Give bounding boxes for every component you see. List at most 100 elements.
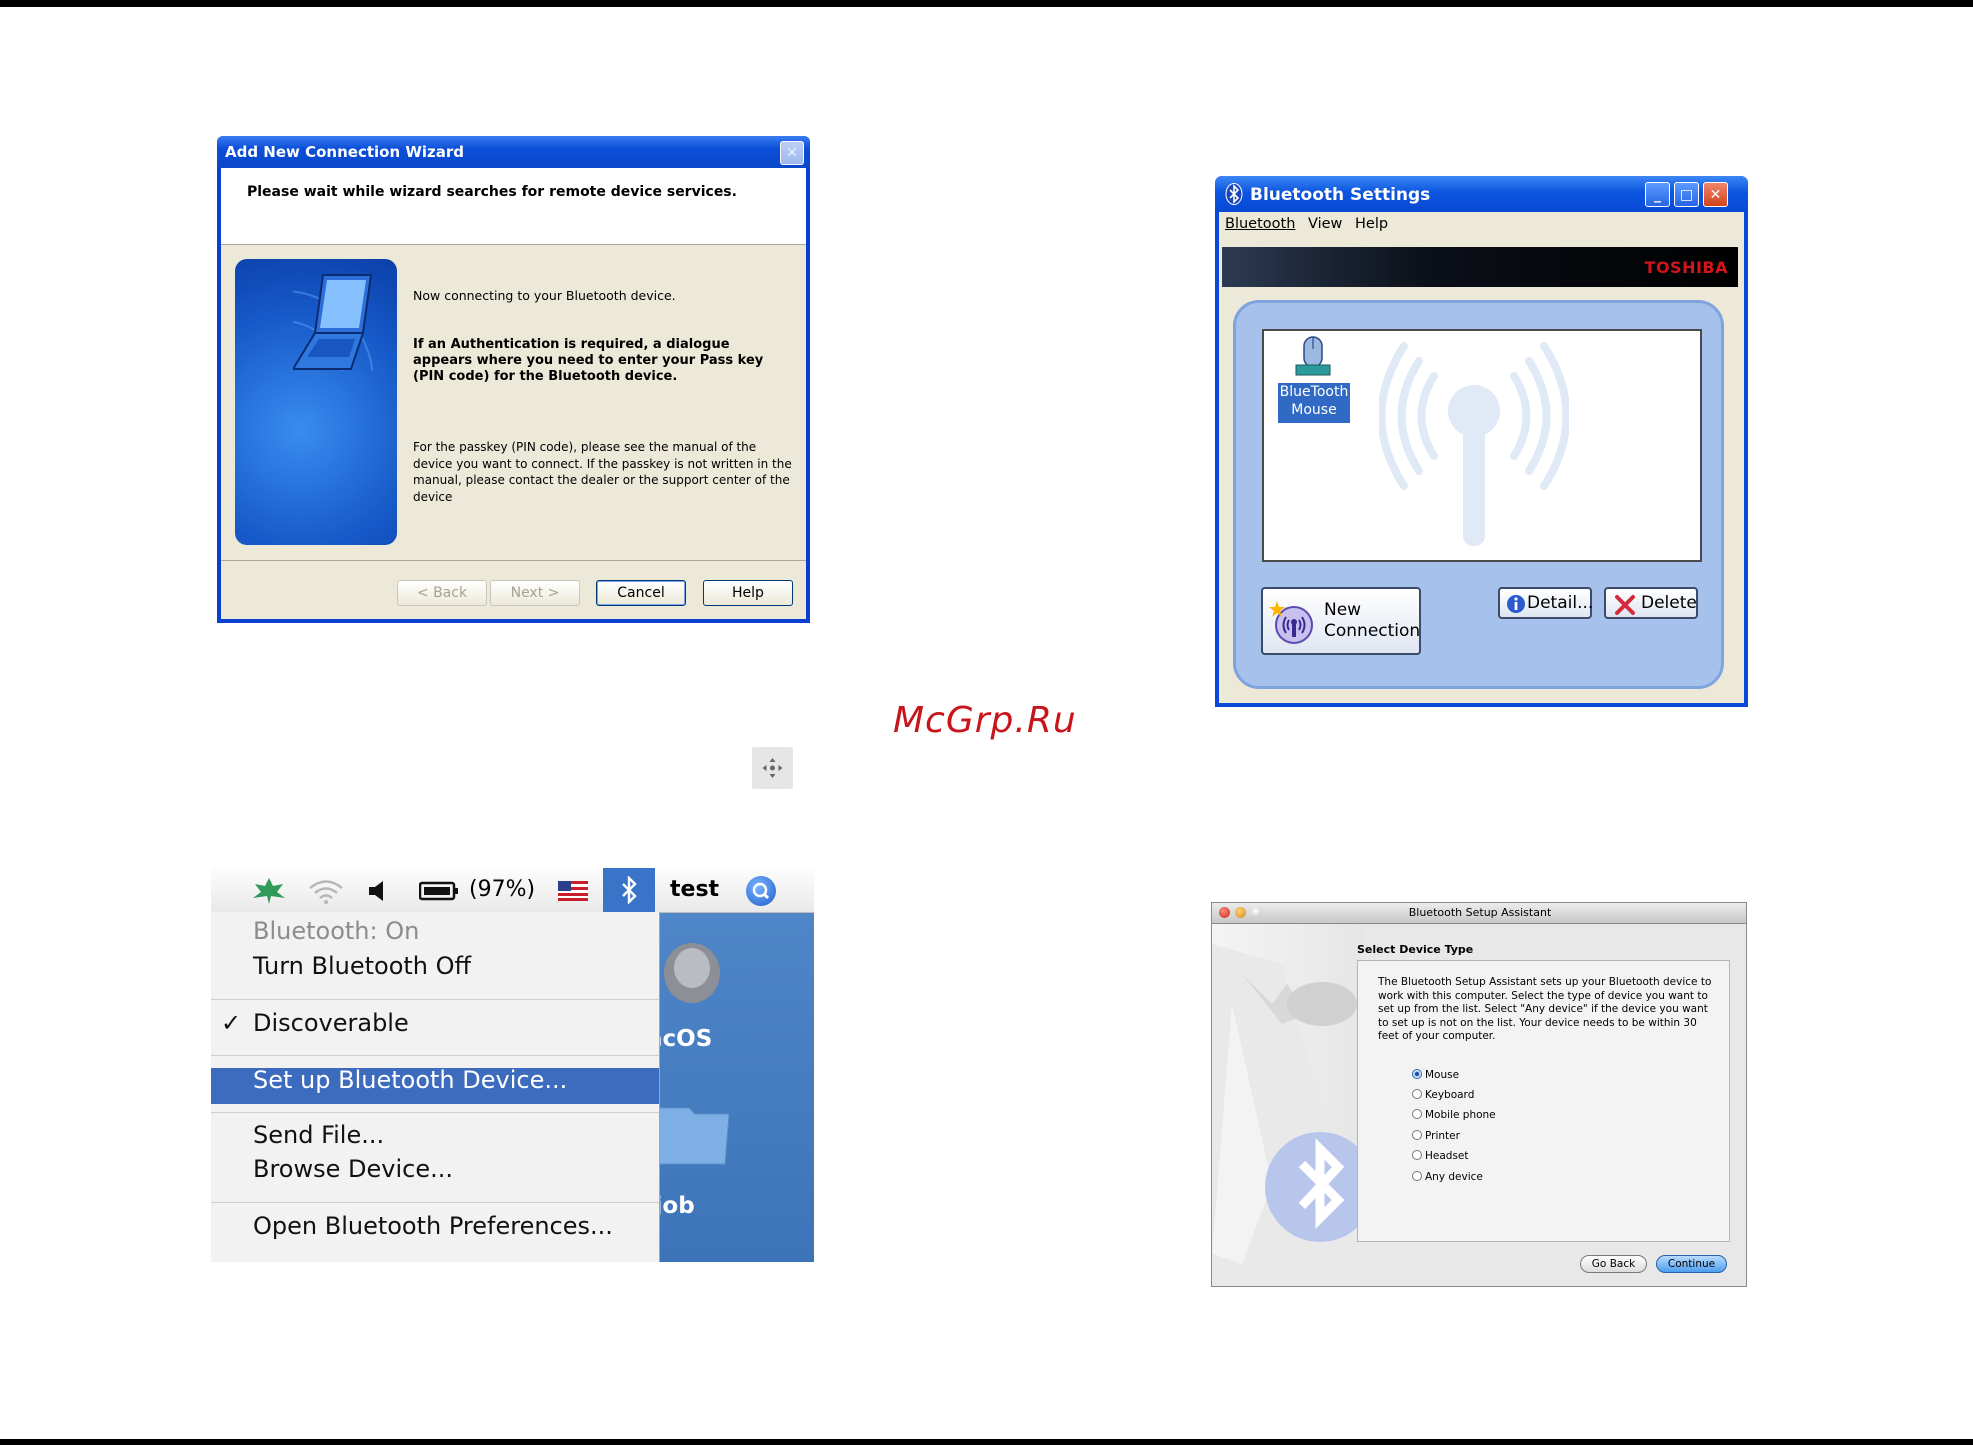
bluetooth-setup-assistant-window: Bluetooth Setup Assistant Select Device … — [1211, 902, 1747, 1287]
delete-button[interactable]: Delete — [1604, 587, 1698, 619]
go-back-button[interactable]: Go Back — [1580, 1255, 1647, 1273]
radio-mobile-phone-label: Mobile phone — [1425, 1109, 1496, 1121]
radio-icon — [1412, 1150, 1422, 1160]
radio-mobile-phone[interactable]: Mobile phone — [1412, 1109, 1496, 1121]
menu-item-status: Bluetooth: On — [253, 917, 420, 945]
wizard-header: Please wait while wizard searches for re… — [221, 168, 806, 245]
next-button[interactable]: Next > — [490, 580, 580, 606]
new-connection-icon — [1269, 601, 1313, 644]
mac-bluetooth-menu-screenshot: acOS a job (97%) test Bluetooth: On Turn… — [211, 868, 814, 1262]
new-connection-button[interactable]: New Connection — [1261, 587, 1421, 655]
laptop-illustration-icon — [235, 259, 397, 545]
wizard-client-area: Please wait while wizard searches for re… — [221, 168, 806, 619]
radio-headset[interactable]: Headset — [1412, 1150, 1469, 1162]
back-button[interactable]: < Back — [397, 580, 487, 606]
device-type-box: The Bluetooth Setup Assistant sets up yo… — [1357, 960, 1730, 1242]
bt-settings-menubar: Bluetooth View Help — [1219, 212, 1744, 238]
toshiba-banner: TOSHIBA — [1222, 247, 1738, 287]
menu-item-open-preferences[interactable]: Open Bluetooth Preferences... — [253, 1212, 613, 1240]
minimize-icon[interactable]: _ — [1645, 182, 1670, 207]
wizard-separator — [221, 560, 806, 561]
device-label-line2: Mouse — [1291, 402, 1337, 418]
select-device-type-heading: Select Device Type — [1357, 943, 1474, 956]
delete-label: Delete — [1641, 593, 1697, 613]
radio-printer[interactable]: Printer — [1412, 1130, 1460, 1142]
info-icon — [1507, 595, 1525, 613]
maximize-icon[interactable]: □ — [1674, 182, 1699, 207]
menu-separator — [211, 1202, 659, 1203]
menu-item-turn-off[interactable]: Turn Bluetooth Off — [253, 952, 471, 980]
wizard-title-bar[interactable]: Add New Connection Wizard ✕ — [217, 136, 810, 168]
delete-x-icon — [1615, 595, 1635, 615]
move-handle-icon[interactable] — [752, 747, 793, 789]
bluetooth-settings-window: Bluetooth Settings _ □ ✕ Bluetooth View … — [1215, 176, 1748, 707]
device-item-bluetooth-mouse[interactable]: BlueTooth Mouse — [1278, 383, 1350, 423]
radio-mouse-label: Mouse — [1425, 1069, 1460, 1081]
radio-any-device-label: Any device — [1425, 1171, 1483, 1183]
setup-assistant-title-bar[interactable]: Bluetooth Setup Assistant — [1212, 903, 1746, 924]
bottom-rule — [0, 1439, 1973, 1445]
new-connection-line2: Connection — [1324, 621, 1421, 641]
bluetooth-icon — [1225, 183, 1243, 205]
mouse-icon — [1295, 336, 1331, 376]
setup-assistant-title: Bluetooth Setup Assistant — [1408, 906, 1552, 919]
magnifier-icon — [752, 882, 770, 900]
menu-view[interactable]: View — [1308, 216, 1342, 232]
radio-keyboard[interactable]: Keyboard — [1412, 1089, 1474, 1101]
bt-settings-title-bar[interactable]: Bluetooth Settings _ □ ✕ — [1215, 176, 1748, 212]
radio-icon — [1412, 1089, 1422, 1099]
check-mark-icon: ✓ — [221, 1009, 242, 1037]
menu-bluetooth[interactable]: Bluetooth — [1225, 216, 1295, 232]
close-icon[interactable]: ✕ — [780, 141, 804, 165]
wizard-title: Add New Connection Wizard — [225, 143, 465, 161]
us-flag-input-icon[interactable] — [558, 881, 588, 901]
radio-icon — [1412, 1171, 1422, 1181]
laptop-icon — [293, 274, 373, 371]
new-connection-label: New Connection — [1324, 600, 1420, 642]
bt-settings-client: Bluetooth View Help TOSHIBA BlueTooth Mo… — [1219, 212, 1744, 703]
continue-button[interactable]: Continue — [1656, 1255, 1727, 1273]
menu-item-setup-device[interactable]: Set up Bluetooth Device... — [253, 1066, 567, 1094]
bluetooth-signal-watermark-icon — [1379, 342, 1569, 546]
radio-icon — [1412, 1130, 1422, 1140]
cancel-button[interactable]: Cancel — [596, 580, 686, 606]
bluetooth-menu-extra[interactable] — [603, 868, 655, 912]
detail-label: Detail... — [1527, 593, 1594, 613]
user-name[interactable]: test — [670, 877, 719, 902]
spotlight-search-icon[interactable] — [746, 876, 776, 906]
bluetooth-dropdown-menu: Bluetooth: On Turn Bluetooth Off ✓ Disco… — [211, 912, 660, 1262]
wifi-icon[interactable] — [307, 878, 345, 904]
radio-printer-label: Printer — [1425, 1130, 1460, 1142]
radio-keyboard-label: Keyboard — [1425, 1089, 1475, 1101]
device-list[interactable]: BlueTooth Mouse — [1262, 329, 1702, 562]
radio-icon — [1412, 1109, 1422, 1119]
watermark-text: McGrp.Ru — [893, 700, 1077, 741]
mac-menubar: (97%) test — [211, 868, 814, 913]
menu-item-send-file[interactable]: Send File... — [253, 1121, 384, 1149]
battery-percent: (97%) — [469, 877, 536, 902]
detail-button[interactable]: Detail... — [1498, 587, 1594, 619]
top-rule — [0, 0, 1973, 7]
volume-icon[interactable] — [367, 879, 389, 903]
help-button[interactable]: Help — [703, 580, 793, 606]
bluetooth-icon — [622, 876, 637, 904]
leaf-app-icon[interactable] — [251, 876, 287, 904]
radio-any-device[interactable]: Any device — [1412, 1171, 1483, 1183]
menu-help[interactable]: Help — [1355, 216, 1388, 232]
wizard-header-text: Please wait while wizard searches for re… — [247, 184, 737, 200]
menu-separator — [211, 999, 659, 1000]
hard-disk-icon — [664, 943, 720, 1003]
radio-selected-icon — [1412, 1069, 1422, 1079]
wizard-connecting-text: Now connecting to your Bluetooth device. — [413, 288, 676, 303]
battery-icon[interactable] — [419, 881, 459, 901]
wizard-auth-text: If an Authentication is required, a dial… — [413, 337, 764, 384]
menu-item-browse-device[interactable]: Browse Device... — [253, 1155, 453, 1183]
menu-item-discoverable[interactable]: Discoverable — [253, 1009, 409, 1037]
wizard-passkey-text: For the passkey (PIN code), please see t… — [413, 440, 792, 504]
new-connection-line1: New — [1324, 600, 1362, 620]
folder-icon — [659, 1107, 729, 1165]
radio-mouse[interactable]: Mouse — [1412, 1069, 1459, 1081]
radio-headset-label: Headset — [1425, 1150, 1469, 1162]
tuxedo-illustration-icon — [1212, 944, 1375, 1286]
close-icon[interactable]: ✕ — [1703, 182, 1728, 207]
